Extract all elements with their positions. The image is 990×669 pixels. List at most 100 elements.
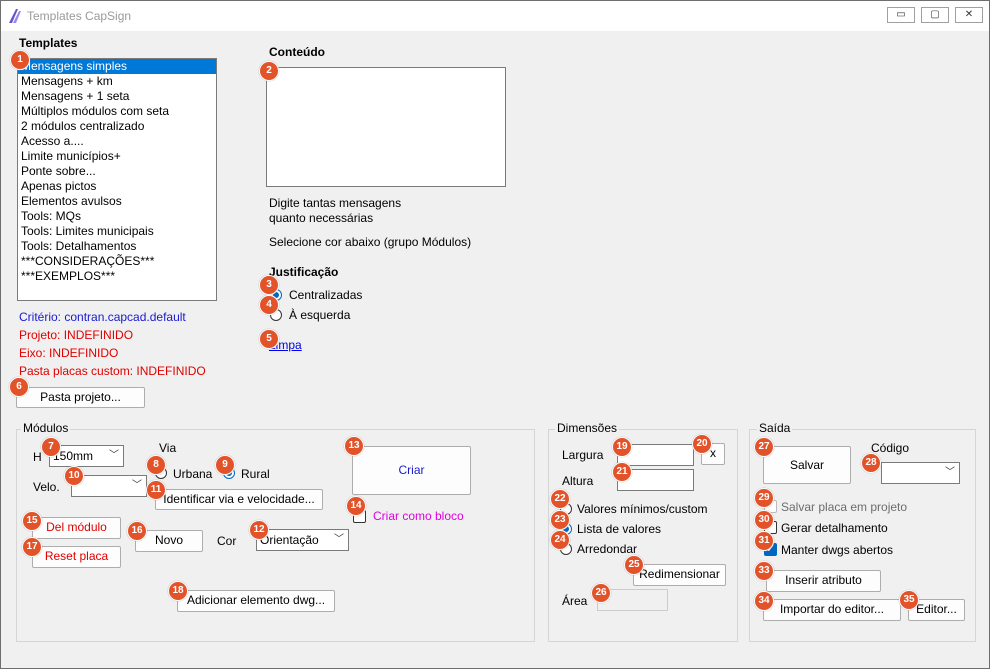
annotation-badge: 22	[550, 489, 570, 509]
salvar-button[interactable]: Salvar	[763, 446, 851, 484]
cor-label: Cor	[217, 534, 237, 548]
title-bar: Templates CapSign ▭ ▢ ✕	[1, 1, 989, 31]
chevron-down-icon: ﹀	[109, 450, 119, 461]
templates-heading: Templates	[19, 36, 78, 50]
annotation-badge: 19	[612, 437, 632, 457]
template-list-item[interactable]: Acesso a....	[18, 134, 216, 149]
annotation-badge: 35	[899, 590, 919, 610]
annotation-badge: 20	[692, 434, 712, 454]
cor-select[interactable]: Orientação ﹀	[256, 529, 349, 551]
del-modulo-button[interactable]: Del módulo	[32, 517, 121, 539]
adicionar-elemento-button[interactable]: Adicionar elemento dwg...	[177, 590, 335, 612]
inserir-atributo-button[interactable]: Inserir atributo	[766, 570, 881, 592]
templates-listbox[interactable]: Mensagens simples Mensagens + km Mensagens…	[17, 58, 217, 301]
template-list-item[interactable]: 2 módulos centralizado	[18, 119, 216, 134]
conteudo-hint-3: Selecione cor abaixo (grupo Módulos)	[269, 235, 472, 249]
window-title: Templates CapSign	[27, 9, 132, 23]
annotation-badge: 18	[168, 581, 188, 601]
criar-button[interactable]: Criar	[352, 446, 471, 495]
importar-do-editor-button[interactable]: Importar do editor...	[763, 599, 901, 621]
valores-minimos-label: Valores mínimos/custom	[577, 502, 708, 516]
pasta-placas-label: Pasta placas custom: INDEFINIDO	[19, 364, 206, 378]
annotation-badge: 26	[591, 583, 611, 603]
codigo-select[interactable]: ﹀	[881, 462, 960, 484]
template-list-item[interactable]: Mensagens simples	[18, 59, 216, 74]
template-list-item[interactable]: Ponte sobre...	[18, 164, 216, 179]
salvar-placa-label: Salvar placa em projeto	[781, 500, 908, 514]
a-esquerda-label: À esquerda	[289, 308, 351, 322]
annotation-badge: 28	[861, 453, 881, 473]
template-list-item[interactable]: Mensagens + 1 seta	[18, 89, 216, 104]
gerar-detalhamento-label: Gerar detalhamento	[781, 521, 888, 535]
template-list-item[interactable]: ***CONSIDERAÇÕES***	[18, 254, 216, 269]
template-list-item[interactable]: Tools: MQs	[18, 209, 216, 224]
template-list-item[interactable]: Tools: Limites municipais	[18, 224, 216, 239]
annotation-badge: 13	[344, 436, 364, 456]
annotation-badge: 25	[624, 555, 644, 575]
annotation-badge: 33	[754, 561, 774, 581]
annotation-badge: 29	[754, 488, 774, 508]
annotation-badge: 5	[259, 329, 279, 349]
maximize-button[interactable]: ▢	[921, 7, 949, 23]
annotation-badge: 14	[346, 496, 366, 516]
annotation-badge: 3	[259, 275, 279, 295]
annotation-badge: 6	[9, 377, 29, 397]
saida-group-label: Saída	[757, 421, 793, 435]
annotation-badge: 10	[64, 466, 84, 486]
annotation-badge: 34	[754, 591, 774, 611]
projeto-label: Projeto: INDEFINIDO	[19, 328, 134, 342]
conteudo-textarea[interactable]	[266, 67, 506, 187]
justificacao-heading: Justificação	[269, 265, 339, 279]
template-list-item[interactable]: Limite municípios+	[18, 149, 216, 164]
annotation-badge: 7	[41, 437, 61, 457]
annotation-badge: 23	[550, 510, 570, 530]
criterio-label: Critério: contran.capcad.default	[19, 310, 186, 324]
template-list-item[interactable]: Elementos avulsos	[18, 194, 216, 209]
template-list-item[interactable]: Apenas pictos	[18, 179, 216, 194]
criar-como-bloco-label: Criar como bloco	[373, 509, 464, 523]
app-window: Templates CapSign ▭ ▢ ✕ Templates Mensag…	[0, 0, 990, 669]
annotation-badge: 21	[612, 462, 632, 482]
template-list-item[interactable]: ***EXEMPLOS***	[18, 269, 216, 284]
via-label: Via	[159, 441, 177, 455]
annotation-badge: 15	[22, 511, 42, 531]
arredondar-label: Arredondar	[577, 542, 638, 556]
close-button[interactable]: ✕	[955, 7, 983, 23]
annotation-badge: 17	[22, 537, 42, 557]
conteudo-hint-2: quanto necessárias	[269, 211, 374, 225]
chevron-down-icon: ﹀	[132, 480, 142, 491]
conteudo-hint-1: Digite tantas mensagens	[269, 196, 402, 210]
redimensionar-button[interactable]: Redimensionar	[633, 564, 726, 586]
annotation-badge: 24	[550, 530, 570, 550]
template-list-item[interactable]: Tools: Detalhamentos	[18, 239, 216, 254]
cor-select-value: Orientação	[260, 533, 319, 547]
reset-placa-button[interactable]: Reset placa	[32, 546, 121, 568]
modulos-group-label: Módulos	[21, 421, 71, 435]
codigo-label: Código	[871, 441, 910, 455]
dimensoes-group-label: Dimensões	[555, 421, 620, 435]
lista-de-valores-label: Lista de valores	[577, 522, 662, 536]
identificar-via-button[interactable]: Identificar via e velocidade...	[155, 489, 323, 510]
eixo-label: Eixo: INDEFINIDO	[19, 346, 119, 360]
area-label: Área	[562, 594, 588, 608]
chevron-down-icon: ﹀	[334, 534, 344, 545]
velo-label: Velo.	[33, 480, 60, 494]
rural-label: Rural	[241, 467, 270, 481]
chevron-down-icon: ﹀	[945, 467, 955, 478]
app-logo-icon	[9, 9, 21, 23]
template-list-item[interactable]: Múltiplos módulos com seta	[18, 104, 216, 119]
largura-label: Largura	[562, 448, 604, 462]
annotation-badge: 30	[754, 510, 774, 530]
pasta-projeto-button[interactable]: Pasta projeto...	[16, 387, 145, 408]
annotation-badge: 12	[249, 520, 269, 540]
annotation-badge: 1	[10, 50, 30, 70]
annotation-badge: 2	[259, 61, 279, 81]
minimize-button[interactable]: ▭	[887, 7, 915, 23]
altura-label: Altura	[562, 474, 594, 488]
urbana-label: Urbana	[173, 467, 213, 481]
annotation-badge: 11	[146, 480, 166, 500]
annotation-badge: 8	[146, 455, 166, 475]
annotation-badge: 16	[127, 521, 147, 541]
annotation-badge: 4	[259, 295, 279, 315]
template-list-item[interactable]: Mensagens + km	[18, 74, 216, 89]
